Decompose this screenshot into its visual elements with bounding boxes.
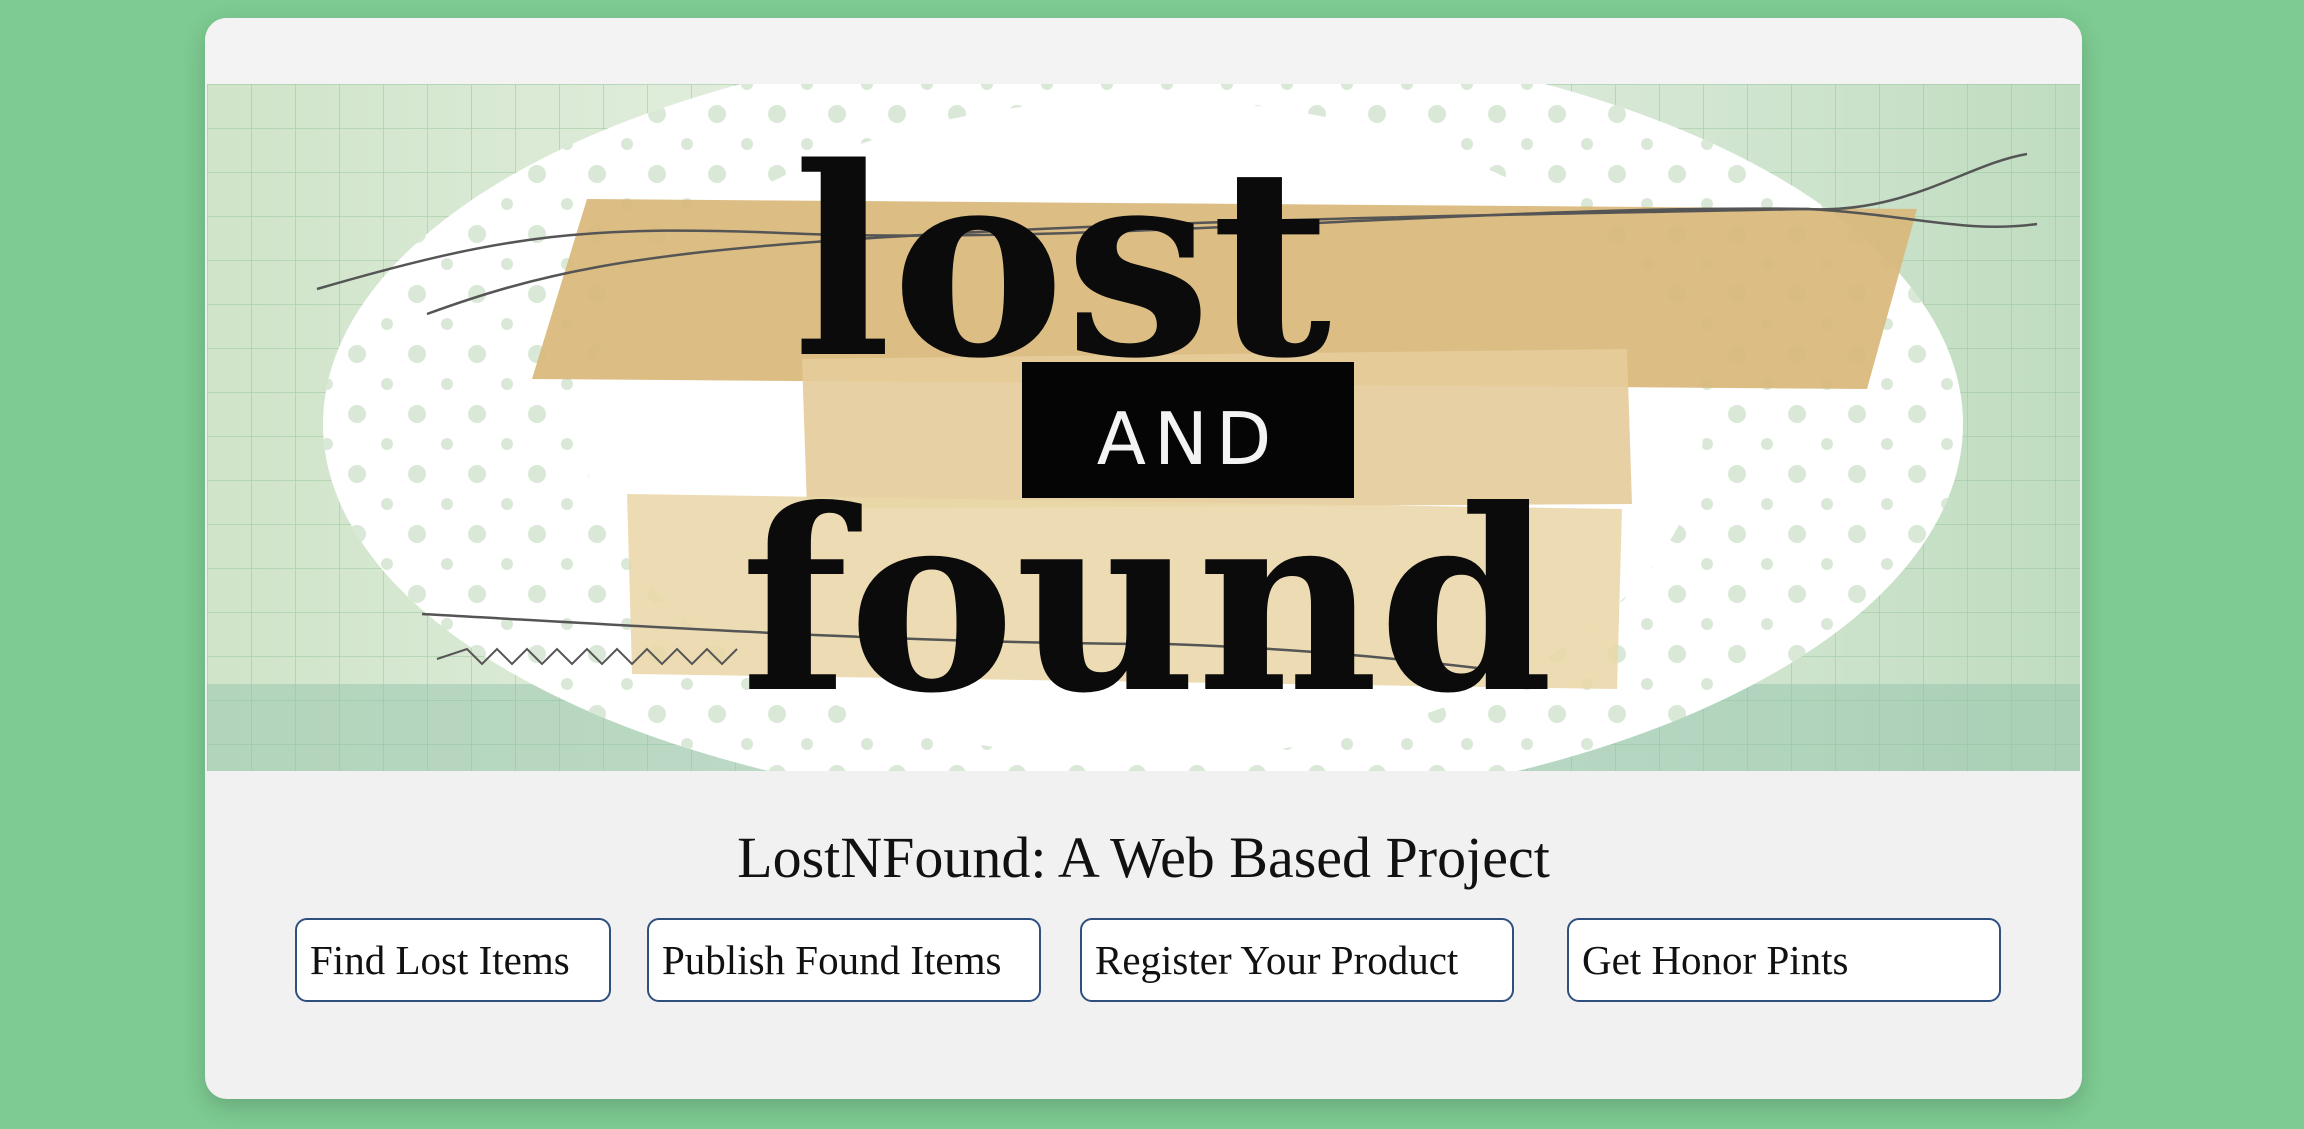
- find-lost-items-button[interactable]: Find Lost Items: [295, 918, 611, 1002]
- lost-and-found-banner: lost AND found: [207, 84, 2080, 771]
- banner-illustration: lost AND found: [207, 84, 2080, 771]
- get-honor-pints-button[interactable]: Get Honor Pints: [1567, 918, 2001, 1002]
- main-card: lost AND found LostNFound: A Web Based P…: [205, 18, 2082, 1099]
- banner-word-lost: lost: [793, 111, 1333, 416]
- card-top-band: [205, 18, 2082, 84]
- publish-found-items-button[interactable]: Publish Found Items: [647, 918, 1041, 1002]
- register-your-product-button[interactable]: Register Your Product: [1080, 918, 1514, 1002]
- banner-word-found: found: [741, 454, 1554, 748]
- page-title: LostNFound: A Web Based Project: [737, 825, 1550, 890]
